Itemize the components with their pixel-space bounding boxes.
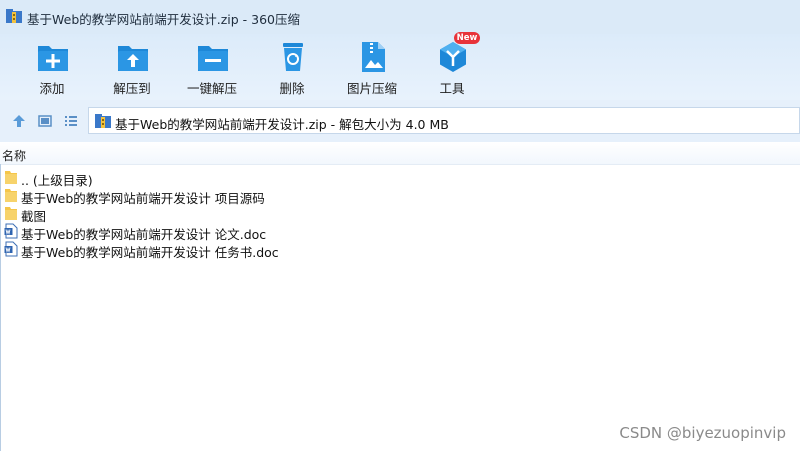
- address-bar: 基于Web的教学网站前端开发设计.zip - 解包大小为 4.0 MB: [0, 100, 800, 142]
- delete-label: 删除: [279, 81, 305, 96]
- new-badge: New: [454, 32, 480, 44]
- archive-icon: [95, 114, 111, 128]
- one-click-extract-icon: [198, 46, 228, 71]
- list-view-icon[interactable]: [64, 114, 78, 128]
- word-doc-icon: [4, 241, 18, 257]
- extract-to-icon: [118, 46, 148, 71]
- archive-icon: [6, 9, 22, 23]
- file-name: 基于Web的教学网站前端开发设计 任务书.doc: [21, 245, 279, 260]
- file-list: .. (上级目录) 基于Web的教学网站前端开发设计 项目源码 截图 基于Web…: [0, 168, 800, 260]
- add-button[interactable]: 添加: [14, 40, 90, 100]
- extract-to-button[interactable]: 解压到: [94, 40, 170, 100]
- image-compress-label: 图片压缩: [346, 81, 397, 96]
- one-click-extract-label: 一键解压: [186, 81, 237, 96]
- list-item[interactable]: 截图: [0, 204, 800, 224]
- list-item[interactable]: 基于Web的教学网站前端开发设计 项目源码: [0, 186, 800, 206]
- add-label: 添加: [39, 81, 65, 96]
- watermark: CSDN @biyezuopinvip: [619, 424, 786, 442]
- one-click-extract-button[interactable]: 一键解压: [174, 40, 250, 100]
- tools-label: 工具: [439, 81, 465, 96]
- column-name-header[interactable]: 名称: [2, 147, 26, 164]
- folder-icon: [5, 171, 17, 184]
- extract-to-label: 解压到: [113, 81, 151, 96]
- address-text: 基于Web的教学网站前端开发设计.zip - 解包大小为 4.0 MB: [115, 117, 449, 132]
- add-icon: [38, 46, 68, 71]
- title-bar: 基于Web的教学网站前端开发设计.zip - 360压缩: [0, 0, 800, 34]
- column-header: 名称: [0, 142, 800, 165]
- tools-icon: [440, 42, 466, 72]
- list-item[interactable]: 基于Web的教学网站前端开发设计 论文.doc: [0, 222, 800, 242]
- window-title: 基于Web的教学网站前端开发设计.zip - 360压缩: [27, 12, 301, 27]
- up-arrow-icon[interactable]: [12, 114, 26, 128]
- thumbnail-view-icon[interactable]: [38, 114, 52, 128]
- folder-icon: [5, 189, 17, 202]
- folder-icon: [5, 207, 17, 220]
- image-compress-button[interactable]: 图片压缩: [334, 40, 410, 100]
- toolbar: 添加 解压到 一键解压 删除 图片压缩 工具 New: [0, 32, 800, 100]
- address-field[interactable]: 基于Web的教学网站前端开发设计.zip - 解包大小为 4.0 MB: [88, 107, 800, 134]
- tools-button[interactable]: 工具: [414, 40, 490, 100]
- image-compress-icon: [362, 42, 385, 72]
- delete-icon: [283, 43, 303, 71]
- list-item[interactable]: 基于Web的教学网站前端开发设计 任务书.doc: [0, 240, 800, 260]
- word-doc-icon: [4, 223, 18, 239]
- list-item[interactable]: .. (上级目录): [0, 168, 800, 188]
- delete-button[interactable]: 删除: [254, 40, 330, 100]
